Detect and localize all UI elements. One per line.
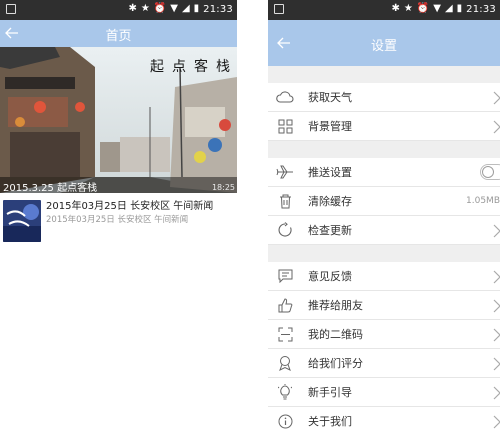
settings-item-qrcode[interactable]: 我的二维码 [268,320,500,349]
hero-sign-text: 起点客栈 [150,58,237,75]
app-header: 首页 [0,20,237,47]
news-hero-image[interactable]: 起点客栈 2015.3.25 起点客栈 18:25 [0,47,237,193]
settings-screen: ✱ ★ ⏰ ▼ ◢ ▮ 21:33 设置 获取天气 背景管理 推送设置 清除缓存… [268,0,500,430]
news-subtitle: 2015年03月25日 长安校区 午间新闻 [46,215,189,225]
settings-item-label: 我的二维码 [308,328,363,341]
settings-item-label: 新手引导 [308,386,352,399]
group-divider [268,141,500,158]
cache-size-value: 1.05MB [466,196,500,206]
refresh-icon [274,219,296,241]
app-header: 设置 [268,20,500,66]
chevron-right-icon [493,224,500,238]
settings-item-feedback[interactable]: 意见反馈 [268,262,500,291]
settings-item-recommend[interactable]: 推荐给朋友 [268,291,500,320]
alarm-icon: ⏰ [416,3,430,14]
bulb-icon [274,381,296,403]
chevron-right-icon [493,120,500,134]
settings-item-label: 意见反馈 [308,270,352,283]
cloud-icon [274,86,296,108]
signal-icon: ◢ [444,3,453,14]
settings-item-about[interactable]: 关于我们 [268,407,500,430]
settings-item-weather[interactable]: 获取天气 [268,83,500,112]
hero-timestamp: 18:25 [211,183,235,192]
settings-item-label: 背景管理 [308,120,352,133]
battery-icon: ▮ [193,3,200,14]
news-thumbnail [3,200,41,242]
settings-item-label: 获取天气 [308,91,352,104]
chevron-right-icon [493,328,500,342]
hero-caption: 2015.3.25 起点客栈 [0,177,237,193]
info-icon [274,410,296,430]
bluetooth-icon: ✱ [128,3,137,14]
thumbs-up-icon [274,294,296,316]
settings-item-label: 清除缓存 [308,195,352,208]
qr-icon [274,323,296,345]
settings-item-label: 给我们评分 [308,357,363,370]
airplane-icon [274,161,296,183]
chevron-right-icon [493,357,500,371]
page-title: 首页 [105,29,132,44]
group-divider [268,245,500,262]
award-icon [274,352,296,374]
status-time: 21:33 [466,3,496,15]
signal-icon: ◢ [181,3,190,14]
news-title: 2015年03月25日 长安校区 午间新闻 [46,201,214,212]
screenshot-icon [6,4,16,14]
settings-item-check-update[interactable]: 检查更新 [268,216,500,245]
chevron-right-icon [493,299,500,313]
trash-icon [274,190,296,212]
feedback-icon [274,265,296,287]
status-bar: ✱ ★ ⏰ ▼ ◢ ▮ 21:33 [0,0,237,20]
group-divider [268,66,500,83]
chevron-right-icon [493,386,500,400]
push-toggle[interactable] [480,164,500,180]
screenshot-icon [274,4,284,14]
bluetooth-icon: ✱ [391,3,400,14]
settings-item-label: 关于我们 [308,415,352,428]
chevron-right-icon [493,270,500,284]
star-icon: ★ [140,3,150,14]
home-screen: ✱ ★ ⏰ ▼ ◢ ▮ 21:33 首页 起点客栈 2015.3.25 起点客栈… [0,0,237,430]
status-time: 21:33 [203,3,233,15]
settings-item-guide[interactable]: 新手引导 [268,378,500,407]
street-photo: 起点客栈 [0,47,237,193]
grid-icon [274,115,296,137]
settings-item-rate[interactable]: 给我们评分 [268,349,500,378]
wifi-icon: ▼ [170,3,178,14]
page-title: 设置 [370,39,397,54]
alarm-icon: ⏰ [153,3,167,14]
status-bar: ✱ ★ ⏰ ▼ ◢ ▮ 21:33 [268,0,500,20]
settings-item-label: 推送设置 [308,166,352,179]
star-icon: ★ [403,3,413,14]
settings-item-background[interactable]: 背景管理 [268,112,500,141]
toggle-knob [482,166,494,178]
settings-item-label: 推荐给朋友 [308,299,363,312]
list-item[interactable]: 2015年03月25日 长安校区 午间新闻 2015年03月25日 长安校区 午… [0,193,237,249]
wifi-icon: ▼ [433,3,441,14]
chevron-right-icon [493,91,500,105]
chevron-right-icon [493,415,500,429]
battery-icon: ▮ [456,3,463,14]
settings-item-clear-cache[interactable]: 清除缓存 1.05MB [268,187,500,216]
settings-item-label: 检查更新 [308,224,352,237]
settings-item-push[interactable]: 推送设置 [268,158,500,187]
